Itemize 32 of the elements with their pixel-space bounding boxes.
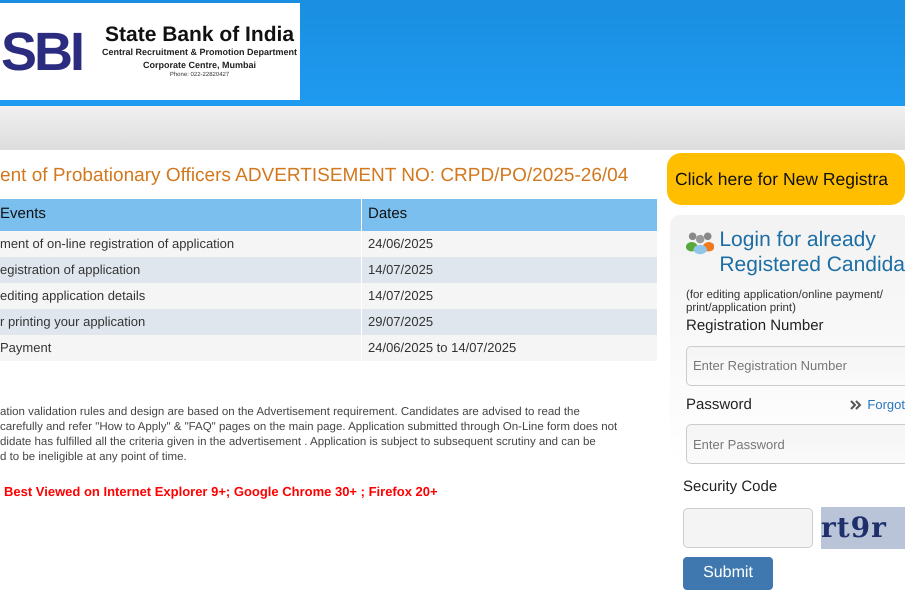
- logo-text: SBI: [1, 24, 82, 78]
- column-header: Dates: [367, 204, 408, 224]
- login-hint: print/application print): [686, 302, 797, 315]
- new-registration-button[interactable]: Click here for New Registra: [667, 153, 905, 205]
- security-code-field[interactable]: [683, 508, 813, 548]
- submit-button[interactable]: Submit: [683, 556, 773, 590]
- note-text: ation validation rules and design are based on the Advertisement requirement. Candidates are advised to read the: [0, 404, 581, 420]
- table-cell-text: 24/06/2025 to 14/07/2025: [367, 338, 518, 357]
- login-title: Registered Candida: [719, 252, 905, 277]
- department-name: Central Recruitment & Promotion Department: [102, 46, 298, 59]
- note-text: didate has fulfilled all the criteria given in the advertisement . Application is subject to subsequent scrutiny and can be: [0, 434, 597, 450]
- captcha-text: rt9r: [821, 510, 887, 546]
- table-cell: Payment: [0, 334, 362, 360]
- bank-name: State Bank of India: [104, 22, 296, 46]
- browser-note: Best Viewed on Internet Explorer 9+; Google Chrome 30+ ; Firefox 20+: [4, 482, 439, 501]
- password-field[interactable]: Enter Password: [686, 424, 905, 464]
- password-label: Password: [686, 394, 752, 414]
- forgot-link[interactable]: Forgot: [850, 395, 905, 414]
- registration-label: Registration Number: [686, 316, 825, 336]
- page-title: ent of Probationary Officers ADVERTISEMENT NO: CRPD/PO/2025-26/04: [0, 164, 630, 188]
- note-text: d to be ineligible at any point of time.: [0, 450, 188, 464]
- login-hint: (for editing application/online payment/: [686, 289, 884, 302]
- table-cell-text: 29/07/2025: [367, 312, 434, 331]
- login-title: Login for already: [719, 227, 877, 252]
- security-code-label: Security Code: [683, 477, 778, 497]
- double-chevron-icon: [850, 400, 862, 410]
- office-name: Corporate Centre, Mumbai: [142, 58, 258, 72]
- note-text: carefully and refer "How to Apply" & "FAQ" pages on the main page. Application submitted through On-Line form does not: [0, 420, 618, 434]
- table-cell-text: 14/07/2025: [367, 286, 434, 305]
- registration-field[interactable]: Enter Registration Number: [686, 346, 905, 386]
- table-cell-text: 14/07/2025: [367, 260, 434, 279]
- table-cell-text: 24/06/2025: [367, 234, 434, 253]
